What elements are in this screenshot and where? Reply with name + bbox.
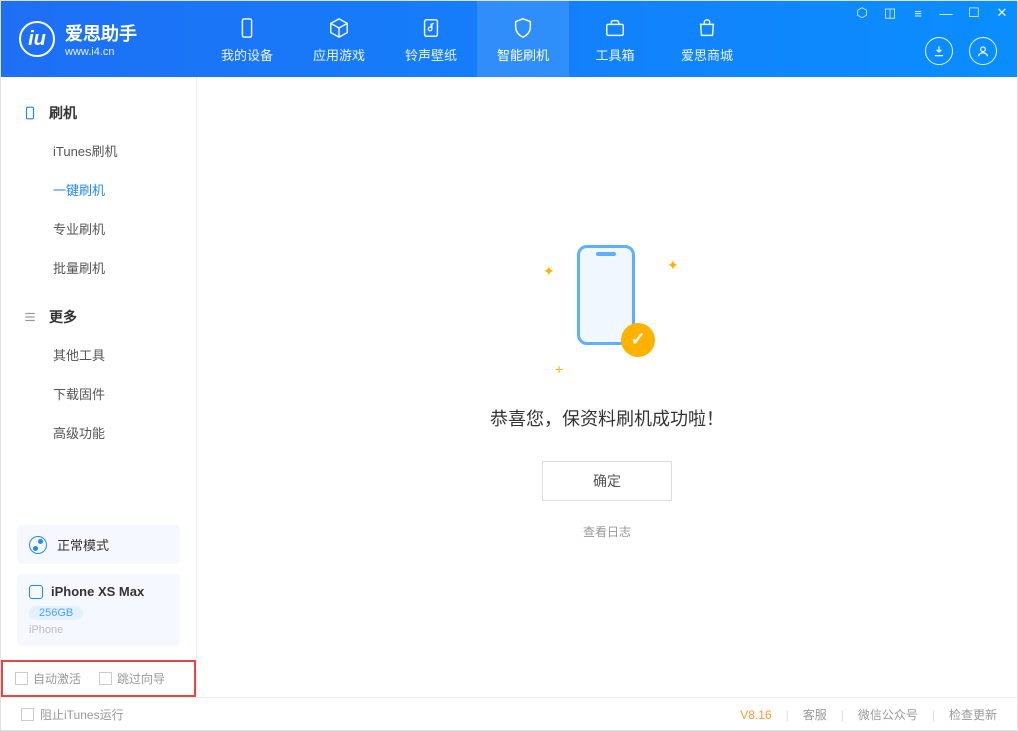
mode-icon [29,536,47,554]
device-icon [234,15,260,41]
maximize-button[interactable]: ☐ [965,4,983,22]
main-nav: 我的设备 应用游戏 铃声壁纸 智能刷机 工具箱 爱思商城 [201,1,753,77]
success-message: 恭喜您，保资料刷机成功啦！ [490,405,724,431]
nav-toolbox[interactable]: 工具箱 [569,1,661,77]
success-illustration: ✓ ✦✦+ [537,235,677,375]
checkbox-auto-activate[interactable]: 自动激活 [15,670,81,687]
footer-support-link[interactable]: 客服 [803,706,827,723]
logo-icon: iu [19,21,55,57]
checkbox-icon [21,708,34,721]
footer: 阻止iTunes运行 V8.16 | 客服 | 微信公众号 | 检查更新 [1,697,1017,731]
shirt-icon[interactable]: ⬡ [853,4,871,22]
ok-button[interactable]: 确定 [542,461,672,501]
device-capacity: 256GB [29,606,83,620]
options-row: 自动激活 跳过向导 [1,660,196,697]
device-icon [29,585,43,599]
checkbox-skip-guide[interactable]: 跳过向导 [99,670,165,687]
minimize-button[interactable]: — [937,4,955,22]
sidebar-item-pro-flash[interactable]: 专业刷机 [1,209,196,248]
lock-icon[interactable]: ◫ [881,4,899,22]
app-title: 爱思助手 [65,20,137,46]
close-button[interactable]: ✕ [993,4,1011,22]
download-button[interactable] [925,37,953,65]
sidebar: 刷机 iTunes刷机 一键刷机 专业刷机 批量刷机 更多 其他工具 下载固件 … [1,77,197,697]
app-subtitle: www.i4.cn [65,46,137,58]
bag-icon [694,15,720,41]
music-icon [418,15,444,41]
checkbox-icon [99,672,112,685]
nav-ringtone-wallpaper[interactable]: 铃声壁纸 [385,1,477,77]
view-log-link[interactable]: 查看日志 [583,523,631,540]
toolbox-icon [602,15,628,41]
nav-store[interactable]: 爱思商城 [661,1,753,77]
main-content: ✓ ✦✦+ 恭喜您，保资料刷机成功啦！ 确定 查看日志 [197,77,1017,697]
check-badge-icon: ✓ [621,323,655,357]
list-icon [23,309,39,325]
nav-smart-flash[interactable]: 智能刷机 [477,1,569,77]
device-card[interactable]: iPhone XS Max 256GB iPhone [17,574,180,646]
logo: iu 爱思助手 www.i4.cn [1,1,201,77]
checkbox-block-itunes[interactable]: 阻止iTunes运行 [21,706,124,723]
sidebar-section-more: 更多 [1,299,196,335]
shield-icon [510,15,536,41]
header: iu 爱思助手 www.i4.cn 我的设备 应用游戏 铃声壁纸 智能刷机 工具… [1,1,1017,77]
nav-my-device[interactable]: 我的设备 [201,1,293,77]
sidebar-item-download-firmware[interactable]: 下载固件 [1,374,196,413]
sidebar-item-batch-flash[interactable]: 批量刷机 [1,248,196,287]
version-label: V8.16 [740,708,771,722]
sidebar-item-advanced[interactable]: 高级功能 [1,413,196,452]
menu-icon[interactable]: ≡ [909,4,927,22]
sidebar-item-itunes-flash[interactable]: iTunes刷机 [1,131,196,170]
sidebar-section-flash: 刷机 [1,95,196,131]
footer-update-link[interactable]: 检查更新 [949,706,997,723]
phone-icon [23,105,39,121]
device-name: iPhone XS Max [51,584,144,599]
device-mode[interactable]: 正常模式 [17,525,180,564]
device-type: iPhone [29,624,168,636]
checkbox-icon [15,672,28,685]
nav-apps-games[interactable]: 应用游戏 [293,1,385,77]
sidebar-item-onekey-flash[interactable]: 一键刷机 [1,170,196,209]
window-controls: ⬡ ◫ ≡ — ☐ ✕ [853,4,1011,22]
sidebar-item-other-tools[interactable]: 其他工具 [1,335,196,374]
footer-wechat-link[interactable]: 微信公众号 [858,706,918,723]
user-button[interactable] [969,37,997,65]
cube-icon [326,15,352,41]
